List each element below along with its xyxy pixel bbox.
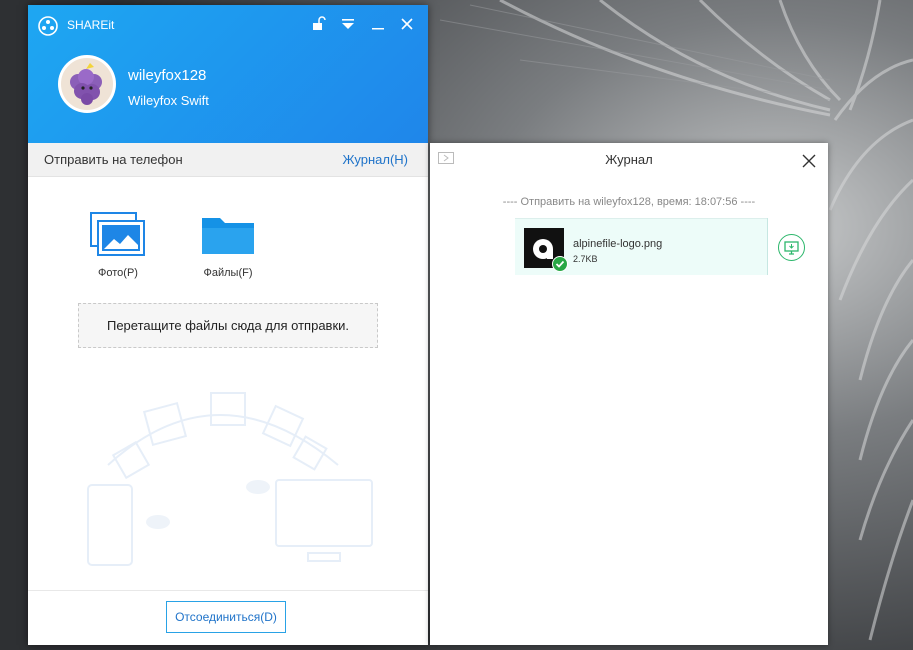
profile-header: SHAREit wileyfox128 Wileyfox Swift	[28, 5, 428, 143]
avatar[interactable]	[58, 55, 116, 113]
file-size: 2.7KB	[573, 254, 598, 264]
close-icon[interactable]	[802, 154, 816, 168]
send-to-phone-label: Отправить на телефон	[44, 152, 183, 167]
journal-panel: Журнал ---- Отправить на wileyfox128, вр…	[430, 143, 828, 645]
file-transfer-item[interactable]: alpinefile-logo.png 2.7KB	[515, 218, 767, 275]
transfer-log-line: ---- Отправить на wileyfox128, время: 18…	[502, 196, 756, 208]
minimize-icon[interactable]	[369, 15, 387, 33]
grape-avatar-icon	[59, 56, 115, 112]
menu-dropdown-icon[interactable]	[339, 15, 357, 33]
journal-link[interactable]: Журнал(H)	[343, 152, 408, 167]
device-name: Wileyfox Swift	[128, 93, 209, 108]
shareit-main-window: SHAREit wileyfox128 Wileyfox Swift Отпра…	[28, 5, 428, 645]
app-title: SHAREit	[67, 18, 115, 32]
files-button-label[interactable]: Файлы(F)	[188, 267, 268, 279]
close-icon[interactable]	[398, 15, 416, 33]
file-card-divider	[767, 218, 768, 275]
photo-button-label[interactable]: Фото(P)	[78, 267, 158, 279]
drop-zone[interactable]: Перетащите файлы сюда для отправки.	[78, 303, 378, 348]
success-check-icon	[552, 256, 568, 272]
unlock-icon[interactable]	[310, 15, 328, 33]
transfer-illustration	[87, 392, 373, 566]
monitor-icon	[784, 241, 799, 255]
folder-icon[interactable]	[200, 214, 256, 256]
journal-title: Журнал	[605, 152, 653, 167]
photo-icon[interactable]	[90, 212, 145, 256]
disconnect-button[interactable]: Отсоединиться(D)	[166, 601, 286, 633]
send-tabbar: Отправить на телефон Журнал(H)	[28, 143, 428, 177]
drop-zone-text: Перетащите файлы сюда для отправки.	[106, 318, 350, 333]
user-name: wileyfox128	[128, 67, 207, 84]
file-name: alpinefile-logo.png	[573, 238, 663, 250]
shareit-logo-icon	[38, 16, 58, 36]
open-on-pc-button[interactable]	[778, 234, 805, 261]
footer-divider	[28, 590, 428, 591]
